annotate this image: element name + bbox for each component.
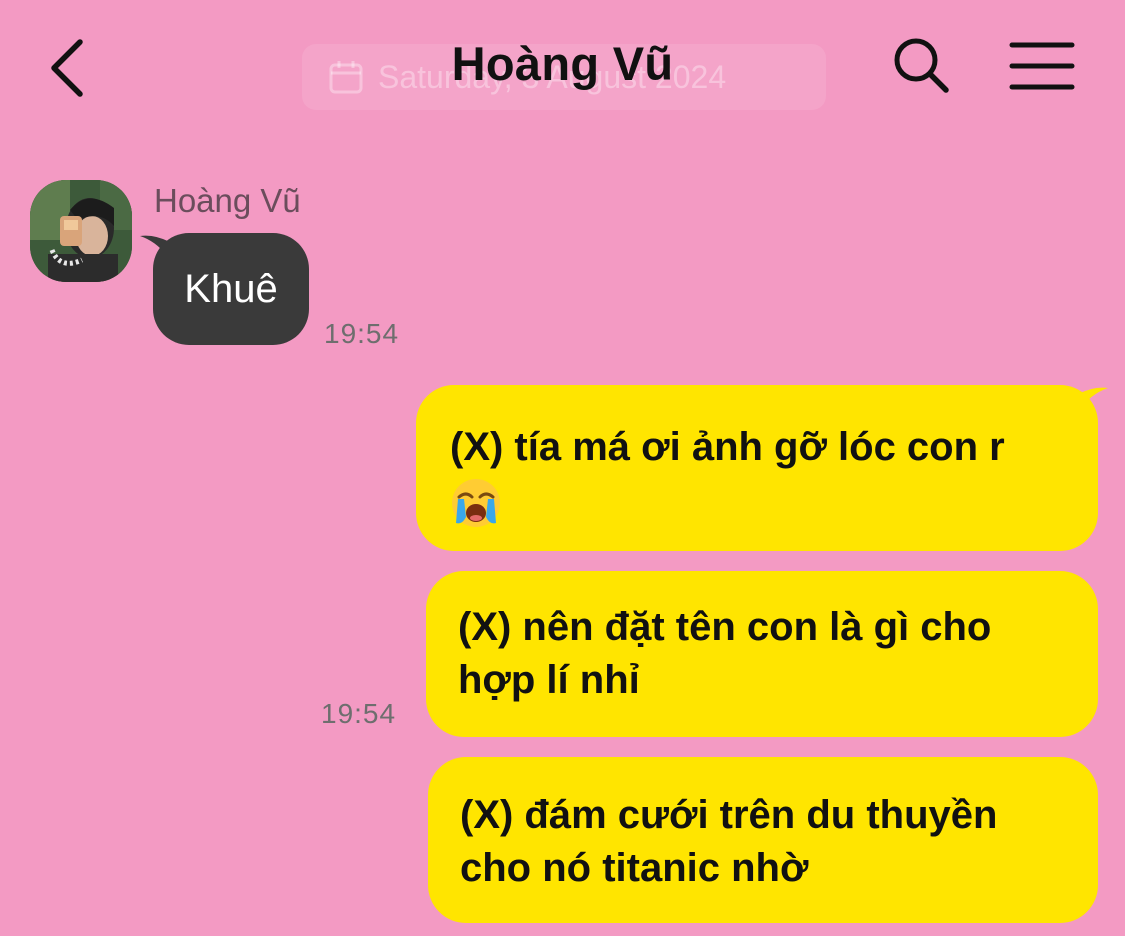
incoming-message-bubble[interactable]: Khuê xyxy=(153,233,309,345)
avatar-photo xyxy=(30,180,132,282)
outgoing-message-bubble[interactable]: (X) đám cưới trên du thuyền cho nó titan… xyxy=(428,757,1098,923)
sender-name: Hoàng Vũ xyxy=(154,182,301,219)
outgoing-message-text: (X) đám cưới trên du thuyền cho nó titan… xyxy=(460,793,998,890)
avatar[interactable] xyxy=(30,180,132,282)
outgoing-message-text: (X) tía má ơi ảnh gỡ lóc con r xyxy=(450,425,1005,469)
chat-title: Hoàng Vũ xyxy=(451,37,674,90)
loudly-crying-face-icon xyxy=(452,479,500,528)
search-button[interactable] xyxy=(890,34,952,96)
outgoing-message-text: (X) nên đặt tên con là gì cho hợp lí nhỉ xyxy=(458,605,992,702)
incoming-message-text: Khuê xyxy=(184,266,278,311)
chat-header: Saturday, 3 August 2024 Hoàng Vũ xyxy=(0,0,1125,140)
outgoing-message-bubble[interactable]: (X) tía má ơi ảnh gỡ lóc con r xyxy=(416,385,1098,551)
incoming-message-time: 19:54 xyxy=(324,318,400,349)
outgoing-message-bubble[interactable]: (X) nên đặt tên con là gì cho hợp lí nhỉ xyxy=(426,571,1098,737)
search-icon xyxy=(894,38,949,93)
hamburger-menu-icon xyxy=(1009,42,1075,90)
menu-button[interactable] xyxy=(1008,40,1076,92)
outgoing-message-time: 19:54 xyxy=(321,698,397,729)
